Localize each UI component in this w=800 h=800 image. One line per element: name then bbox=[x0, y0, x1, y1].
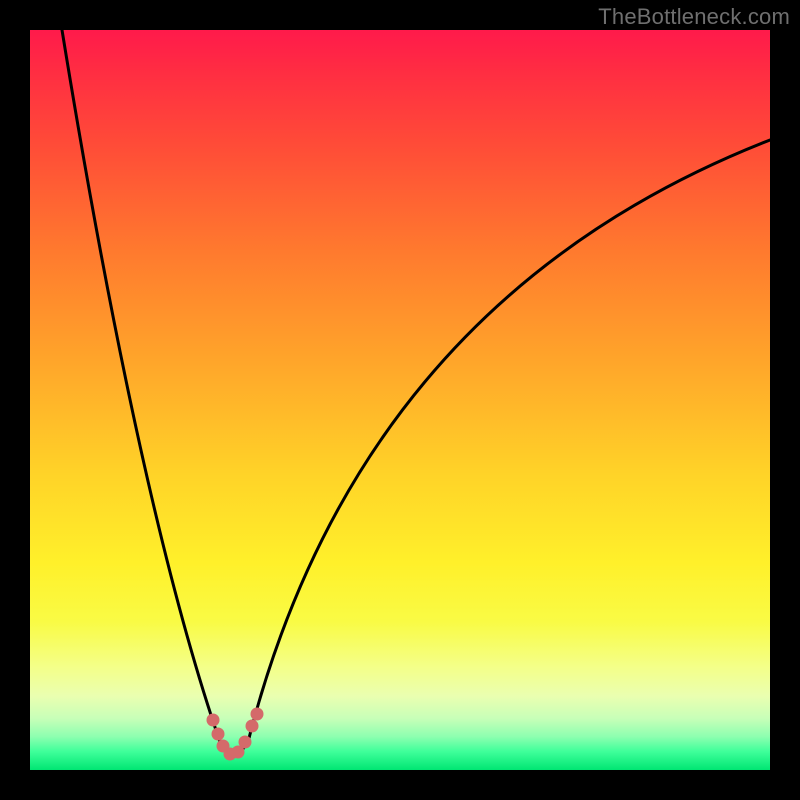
trough-marker bbox=[251, 708, 264, 721]
trough-marker bbox=[246, 720, 259, 733]
plot-area bbox=[30, 30, 770, 770]
trough-marker bbox=[207, 714, 220, 727]
outer-frame: TheBottleneck.com bbox=[0, 0, 800, 800]
chart-svg bbox=[30, 30, 770, 770]
trough-marker bbox=[212, 728, 225, 741]
gradient-rect bbox=[30, 30, 770, 770]
watermark-text: TheBottleneck.com bbox=[598, 4, 790, 30]
trough-marker bbox=[239, 736, 252, 749]
